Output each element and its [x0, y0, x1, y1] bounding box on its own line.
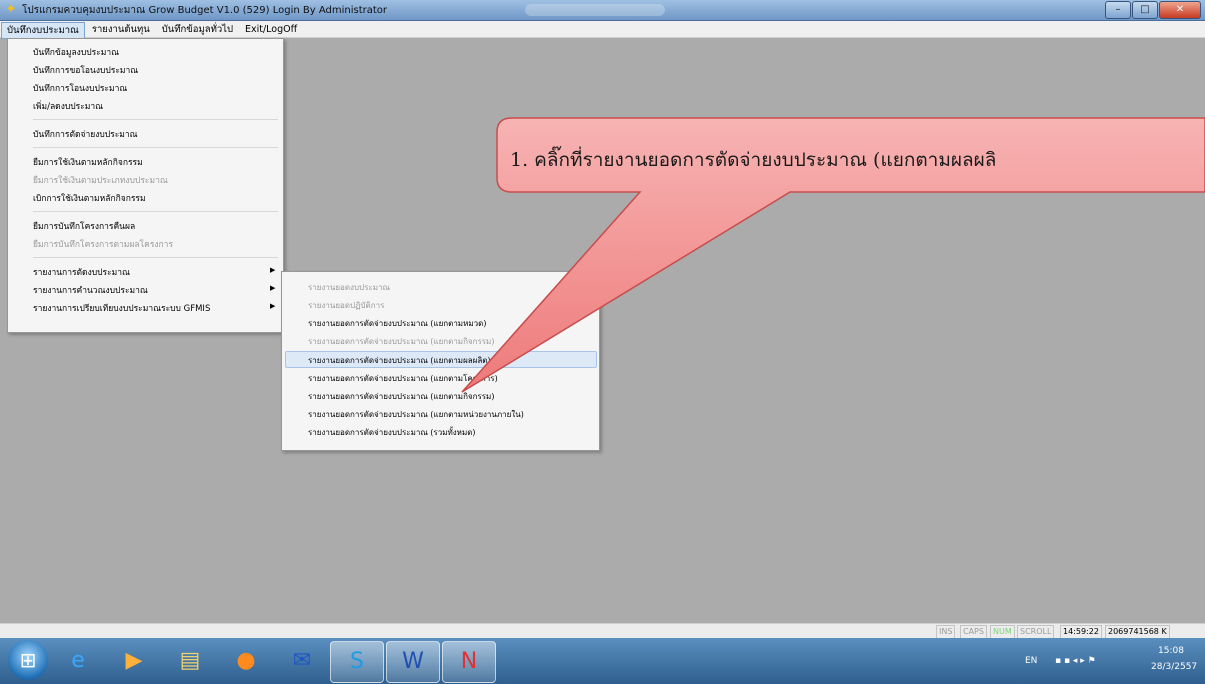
menu-cost-report[interactable]: รายงานต้นทุน [87, 22, 155, 37]
tray-icons[interactable]: ▪ ▪ ◂ ▸ ⚑ [1055, 656, 1096, 666]
word-icon[interactable]: W [386, 641, 440, 683]
system-tray: EN ▪ ▪ ◂ ▸ ⚑ 15:08 28/3/2557 [975, 638, 1205, 684]
taskbar: ⊞ e ▶ ▤ ● ✉ S W N EN ▪ ▪ ◂ ▸ ⚑ 15:08 28/… [0, 638, 1205, 684]
title-bar-blurred-region [525, 4, 665, 16]
dropdown-item[interactable]: ยืมการใช้เงินตามหลักกิจกรรม [33, 155, 143, 169]
dropdown-item[interactable]: บันทึกข้อมูลงบประมาณ [33, 45, 119, 59]
dropdown-item-disabled: ยืมการใช้เงินตามประเภทงบประมาณ [33, 176, 168, 186]
dropdown-item[interactable]: บันทึกการขอโอนงบประมาณ [33, 63, 138, 77]
caps-indicator: CAPS [960, 625, 987, 639]
menu-exit-logoff[interactable]: Exit/LogOff [240, 22, 302, 37]
submenu-item[interactable]: รายงานยอดการตัดจ่ายงบประมาณ (รวมทั้งหมด) [308, 426, 476, 439]
app-icon: ✦ [5, 2, 17, 17]
memory-display: 2069741568 K [1105, 625, 1170, 639]
close-button[interactable]: ✕ [1159, 1, 1201, 19]
submenu-item-disabled: รายงานยอดงบประมาณ [308, 283, 390, 292]
skype-icon[interactable]: S [330, 641, 384, 683]
media-player-icon[interactable]: ▶ [108, 641, 160, 681]
menu-separator [33, 119, 278, 120]
tray-date[interactable]: 28/3/2557 [1151, 662, 1197, 672]
dropdown-item[interactable]: รายงานการคำนวณงบประมาณ [33, 283, 148, 297]
submenu-item-disabled: รายงานยอดปฏิบัติการ [308, 301, 385, 310]
grow-budget-app-icon[interactable]: N [442, 641, 496, 683]
dropdown-item-budget-cut-report[interactable]: รายงานการตัดงบประมาณ [33, 265, 130, 279]
submenu-item[interactable]: รายงานยอดการตัดจ่ายงบประมาณ (แยกตามกิจกร… [308, 390, 494, 403]
budget-cut-report-submenu: รายงานยอดงบประมาณ รายงานยอดปฏิบัติการ รา… [281, 271, 600, 451]
dropdown-item[interactable]: เพิ่ม/ลดงบประมาณ [33, 99, 103, 113]
submenu-item[interactable]: รายงานยอดการตัดจ่ายงบประมาณ (แยกตามหน่วย… [308, 408, 524, 421]
dropdown-item[interactable]: ยืมการบันทึกโครงการคืนผล [33, 219, 135, 233]
file-explorer-icon[interactable]: ▤ [164, 641, 216, 681]
dropdown-item[interactable]: บันทึกการโอนงบประมาณ [33, 81, 127, 95]
firefox-icon[interactable]: ● [220, 641, 272, 681]
language-indicator[interactable]: EN [1025, 656, 1037, 666]
status-bar: INS CAPS NUM SCROLL 14:59:22 2069741568 … [0, 623, 1205, 639]
dropdown-item-disabled: ยืมการบันทึกโครงการตามผลโครงการ [33, 240, 174, 250]
internet-explorer-icon[interactable]: e [52, 641, 104, 681]
window-controls: – □ ✕ [1104, 1, 1201, 19]
submenu-item[interactable]: รายงานยอดการตัดจ่ายงบประมาณ (แยกตามโครงก… [308, 372, 498, 385]
maximize-button[interactable]: □ [1132, 1, 1158, 19]
outlook-icon[interactable]: ✉ [276, 641, 328, 681]
windows-start-icon[interactable]: ⊞ [8, 640, 48, 680]
dropdown-item[interactable]: รายงานการเปรียบเทียบงบประมาณระบบ GFMIS [33, 301, 210, 315]
dropdown-item[interactable]: เบิกการใช้เงินตามหลักกิจกรรม [33, 191, 146, 205]
menu-separator [33, 147, 278, 148]
menu-separator [33, 257, 278, 258]
submenu-arrow-icon: ▶ [270, 266, 276, 274]
menu-budget-record[interactable]: บันทึกงบประมาณ [1, 22, 85, 39]
window-title: โปรแกรมควบคุมงบประมาณ Grow Budget V1.0 (… [22, 5, 388, 16]
menu-general-data[interactable]: บันทึกข้อมูลทั่วไป [157, 22, 238, 37]
submenu-item-by-output[interactable]: รายงานยอดการตัดจ่ายงบประมาณ (แยกตามผลผลิ… [308, 354, 491, 367]
submenu-arrow-icon: ▶ [270, 302, 276, 310]
num-indicator: NUM [990, 625, 1015, 639]
title-bar: ✦ โปรแกรมควบคุมงบประมาณ Grow Budget V1.0… [0, 0, 1205, 21]
dropdown-item[interactable]: บันทึกการตัดจ่ายงบประมาณ [33, 127, 138, 141]
submenu-item-disabled: รายงานยอดการตัดจ่ายงบประมาณ (แยกตามกิจกร… [308, 337, 495, 346]
budget-dropdown-menu: บันทึกข้อมูลงบประมาณ บันทึกการขอโอนงบประ… [7, 38, 284, 333]
submenu-item[interactable]: รายงานยอดการตัดจ่ายงบประมาณ (แยกตามหมวด) [308, 317, 486, 330]
scroll-indicator: SCROLL [1017, 625, 1055, 639]
ins-indicator: INS [936, 625, 956, 639]
menu-bar: บันทึกงบประมาณ รายงานต้นทุน บันทึกข้อมูล… [0, 21, 1205, 39]
callout-text: 1. คลิ๊กที่รายงานยอดการตัดจ่ายงบประมาณ (… [510, 149, 997, 171]
submenu-arrow-icon: ▶ [270, 284, 276, 292]
clock-display: 14:59:22 [1060, 625, 1102, 639]
menu-separator [33, 211, 278, 212]
minimize-button[interactable]: – [1105, 1, 1131, 19]
tray-time[interactable]: 15:08 [1158, 646, 1184, 656]
